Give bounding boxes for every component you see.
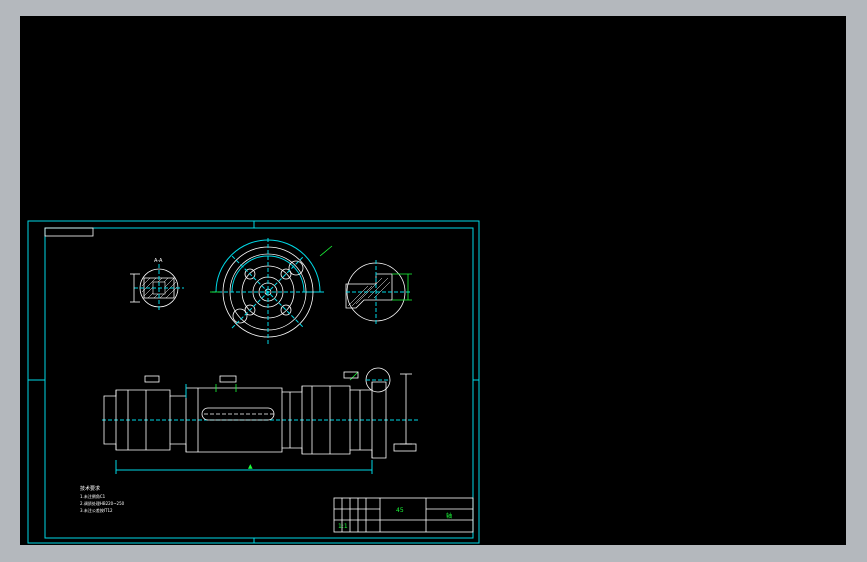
length-dim-marker: ▲ bbox=[248, 463, 253, 470]
flange-view bbox=[210, 238, 333, 346]
title-block: 45 轴 1:1 bbox=[333, 497, 474, 533]
sheet-inner-border bbox=[44, 227, 474, 539]
cad-drawing: A-A ▲ 技术要求 1.未注倒角C1 2.调质处理HB220~250 3.未注… bbox=[27, 220, 480, 544]
section-label: A-A bbox=[154, 258, 163, 264]
notes-line-1: 1.未注倒角C1 bbox=[80, 493, 106, 499]
part-scale: 1:1 bbox=[338, 523, 348, 530]
part-material: 45 bbox=[396, 507, 404, 514]
notes-heading: 技术要求 bbox=[80, 485, 100, 492]
technical-notes: 技术要求 1.未注倒角C1 2.调质处理HB220~250 3.未注公差按IT1… bbox=[80, 485, 125, 513]
drawing-canvas[interactable]: A-A ▲ 技术要求 1.未注倒角C1 2.调质处理HB220~250 3.未注… bbox=[20, 16, 846, 545]
detail-view bbox=[345, 260, 412, 324]
drawing-number-box bbox=[44, 227, 94, 237]
notes-line-3: 3.未注公差按IT12 bbox=[80, 507, 113, 513]
part-name: 轴 bbox=[446, 512, 452, 520]
shaft-main-view: ▲ bbox=[102, 367, 420, 474]
notes-line-2: 2.调质处理HB220~250 bbox=[80, 500, 125, 506]
section-view-a: A-A bbox=[130, 258, 184, 312]
